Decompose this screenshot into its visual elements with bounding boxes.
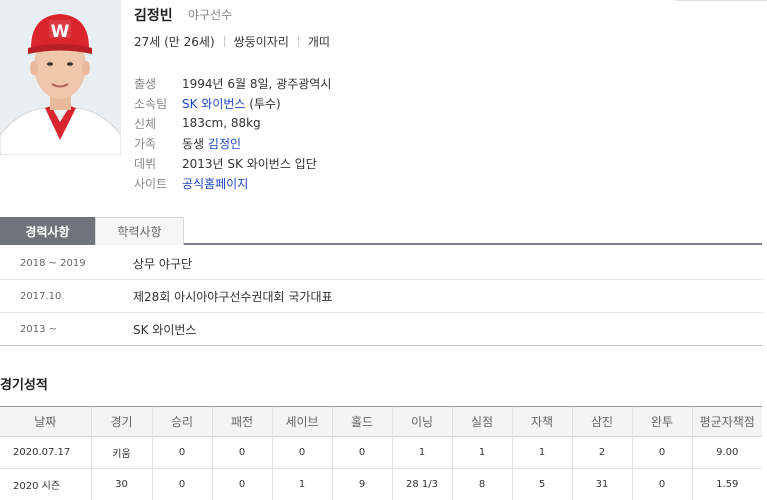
player-occupation: 야구선수	[188, 8, 233, 22]
player-photo: W	[0, 0, 121, 155]
detail-value: 2013년 SK 와이번스 입단	[182, 156, 317, 171]
detail-label: 출생	[134, 76, 157, 91]
table-cell: 2020.07.17	[0, 436, 91, 469]
player-name: 김정빈	[134, 8, 173, 24]
table-cell: 2020 시즌	[0, 468, 91, 500]
detail-label: 데뷔	[134, 156, 157, 171]
detail-body: 신체 183cm, 88kg	[134, 113, 331, 133]
meta-separator	[223, 36, 225, 47]
table-row: 2020 시즌 30 0 0 1 9 28 1/3 8 5 31 0 1.59	[0, 468, 762, 500]
career-period: 2018 ~ 2019	[20, 257, 86, 269]
table-cell: 9.00	[691, 436, 762, 469]
table-cell: 0	[151, 436, 212, 469]
table-cell: 키움	[90, 436, 152, 469]
column-header: 평균자책점	[691, 406, 762, 437]
meta-separator	[297, 36, 299, 47]
table-cell: 1	[511, 436, 572, 469]
career-text: 제28회 아시아야구선수권대회 국가대표	[133, 289, 333, 304]
table-cell: 0	[271, 436, 332, 469]
column-header: 이닝	[391, 406, 452, 437]
official-site-link[interactable]: 공식홈페이지	[182, 175, 248, 192]
table-cell: 0	[631, 436, 692, 469]
svg-text:W: W	[51, 22, 70, 42]
table-cell: 1	[451, 436, 512, 469]
player-age: 27세 (만 26세)	[134, 35, 215, 49]
column-header: 삼진	[571, 406, 632, 437]
column-header: 완투	[631, 406, 692, 437]
column-header: 날짜	[0, 406, 91, 437]
table-cell: 0	[211, 468, 272, 500]
table-row: 2020.07.17 키움 0 0 0 0 1 1 1 2 0 9.00	[0, 436, 762, 469]
table-cell: 0	[211, 436, 272, 469]
family-link[interactable]: 김정인	[208, 135, 241, 152]
table-cell: 30	[90, 468, 152, 500]
detail-value: (투수)	[245, 96, 281, 111]
detail-debut: 데뷔 2013년 SK 와이번스 입단	[134, 153, 331, 173]
column-header: 패전	[211, 406, 272, 437]
detail-value: 1994년 6월 8일, 광주광역시	[182, 76, 332, 91]
table-cell: 0	[331, 436, 392, 469]
career-period: 2017.10	[20, 290, 62, 302]
detail-label: 신체	[134, 116, 157, 131]
table-cell: 1	[391, 436, 452, 469]
career-period: 2013 ~	[20, 323, 58, 335]
player-chinese-zodiac: 개띠	[307, 35, 330, 49]
column-header: 세이브	[271, 406, 332, 437]
detail-family: 가족 동생 김정인	[134, 133, 331, 153]
table-cell: 1	[271, 468, 332, 500]
career-text: SK 와이번스	[133, 322, 197, 337]
table-cell: 0	[631, 468, 692, 500]
stats-title: 경기성적	[0, 378, 48, 393]
list-item: 2017.10 제28회 아시아야구선수권대회 국가대표	[0, 280, 762, 313]
column-header: 실점	[451, 406, 512, 437]
column-header: 자책	[511, 406, 572, 437]
detail-label: 가족	[134, 136, 157, 151]
table-cell: 0	[151, 468, 212, 500]
detail-value: 183cm, 88kg	[182, 116, 261, 130]
table-cell: 8	[451, 468, 512, 500]
detail-site: 사이트 공식홈페이지	[134, 173, 331, 193]
stats-table: 날짜 경기 승리 패전 세이브 홀드 이닝 실점 자책 삼진 완투 평균자책점 …	[0, 406, 762, 500]
team-link[interactable]: SK 와이번스	[182, 95, 245, 112]
column-header: 경기	[90, 406, 152, 437]
detail-team: 소속팀 SK 와이번스 (투수)	[134, 93, 331, 113]
table-cell: 9	[331, 468, 392, 500]
table-cell: 5	[511, 468, 572, 500]
table-cell: 2	[571, 436, 632, 469]
player-zodiac: 쌍둥이자리	[233, 35, 289, 49]
detail-label: 사이트	[134, 176, 168, 191]
table-cell: 1.59	[691, 468, 762, 500]
column-header: 홀드	[331, 406, 392, 437]
profile-details: 출생 1994년 6월 8일, 광주광역시 소속팀 SK 와이번스 (투수) 신…	[134, 73, 331, 193]
tab-education[interactable]: 학력사항	[95, 217, 184, 245]
info-tabs: 경력사항 학력사항	[0, 217, 762, 245]
list-item: 2018 ~ 2019 상무 야구단	[0, 247, 762, 280]
career-text: 상무 야구단	[133, 256, 193, 271]
career-list: 2018 ~ 2019 상무 야구단 2017.10 제28회 아시아야구선수권…	[0, 247, 762, 346]
column-header: 승리	[151, 406, 212, 437]
table-header-row: 날짜 경기 승리 패전 세이브 홀드 이닝 실점 자책 삼진 완투 평균자책점	[0, 406, 762, 437]
top-divider	[676, 0, 767, 1]
detail-value: 동생	[182, 136, 208, 151]
table-cell: 31	[571, 468, 632, 500]
list-item: 2013 ~ SK 와이번스	[0, 313, 762, 346]
detail-birth: 출생 1994년 6월 8일, 광주광역시	[134, 73, 331, 93]
table-cell: 28 1/3	[391, 468, 452, 500]
tab-career[interactable]: 경력사항	[0, 217, 95, 245]
player-meta: 27세 (만 26세) 쌍둥이자리 개띠	[134, 33, 330, 50]
detail-label: 소속팀	[134, 96, 168, 111]
